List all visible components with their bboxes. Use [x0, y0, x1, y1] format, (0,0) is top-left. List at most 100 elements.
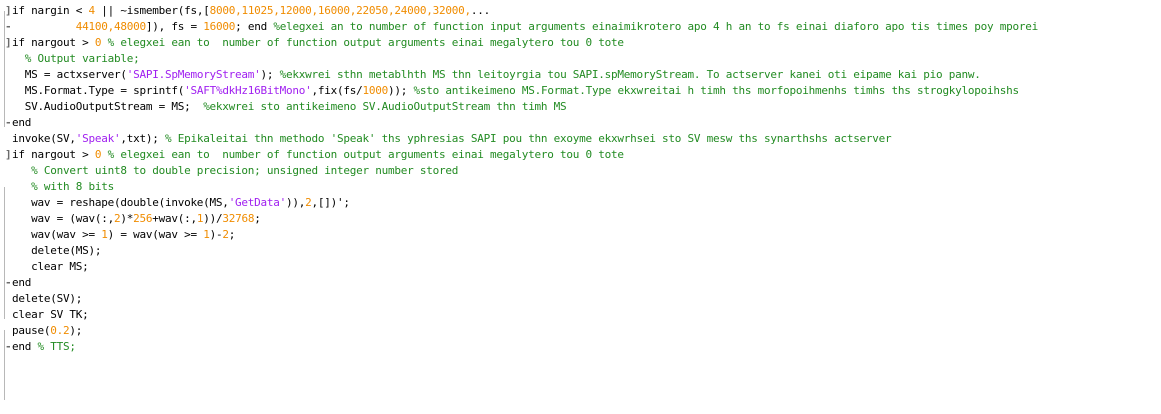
string-literal: 'Speak' — [75, 132, 121, 145]
code-token: ) = wav(wav >= — [107, 228, 204, 241]
code-token: +wav(:, — [152, 212, 197, 225]
code-token: ]), fs = — [145, 20, 204, 33]
code-token: end — [12, 340, 38, 353]
code-line[interactable]: MS = actxserver('SAPI.SpMemoryStream'); … — [5, 67, 1161, 83]
code-token: )- — [209, 228, 223, 241]
code-token: pause( — [12, 324, 51, 337]
code-line[interactable]: pause(0.2); — [5, 323, 1161, 339]
code-token: wav = reshape(double(invoke(MS, — [31, 196, 229, 209]
number-literal: 1000 — [362, 84, 389, 97]
fold-end-icon: - — [5, 116, 12, 129]
code-line[interactable]: clear MS; — [5, 259, 1161, 275]
code-line[interactable]: -end — [5, 275, 1161, 291]
string-literal: 'GetData' — [228, 196, 287, 209]
code-token: ; end — [235, 20, 274, 33]
code-line[interactable]: - 44100,48000]), fs = 16000; end %elegxe… — [5, 19, 1161, 35]
code-token: ); — [260, 68, 280, 81]
comment-text: % Output variable; — [24, 52, 140, 65]
number-literal: 8000,11025,12000,16000,22050,24000,32000… — [209, 4, 472, 17]
code-line[interactable]: % Convert uint8 to double precision; uns… — [5, 163, 1161, 179]
code-line[interactable]: -end — [5, 115, 1161, 131]
code-token: || ~ismember(fs,[ — [94, 4, 210, 17]
comment-text: % elegxei ean to number of function outp… — [107, 148, 624, 161]
number-literal: 32768 — [222, 212, 255, 225]
code-line[interactable]: delete(SV); — [5, 291, 1161, 307]
code-token: clear SV TK; — [12, 308, 89, 321]
code-token: if nargout > — [12, 36, 95, 49]
code-line[interactable]: delete(MS); — [5, 243, 1161, 259]
code-token: ... — [470, 4, 490, 17]
code-token: )), — [286, 196, 306, 209]
code-line[interactable]: % with 8 bits — [5, 179, 1161, 195]
code-token: ; — [228, 228, 236, 241]
code-token: MS.Format.Type = sprintf( — [24, 84, 185, 97]
number-literal: 16000 — [203, 20, 236, 33]
code-editor[interactable]: ]if nargin < 4 || ~ismember(fs,[8000,110… — [0, 0, 1161, 414]
code-token: )* — [120, 212, 134, 225]
code-line[interactable]: ]if nargout > 0 % elegxei ean to number … — [5, 147, 1161, 163]
fold-bracket-icon[interactable]: ] — [5, 35, 12, 51]
comment-text: % Epikaleitai thn methodo 'Speak' ths yp… — [164, 132, 892, 145]
code-line[interactable]: % Output variable; — [5, 51, 1161, 67]
code-token: ; — [254, 212, 261, 225]
code-line[interactable]: wav(wav >= 1) = wav(wav >= 1)-2; — [5, 227, 1161, 243]
code-token: end — [12, 116, 32, 129]
code-line[interactable]: wav = reshape(double(invoke(MS,'GetData'… — [5, 195, 1161, 211]
comment-text: % Convert uint8 to double precision; uns… — [31, 164, 459, 177]
comment-text: % with 8 bits — [31, 180, 114, 193]
code-line[interactable]: -end % TTS; — [5, 339, 1161, 355]
code-token: wav = (wav(:, — [31, 212, 114, 225]
number-literal: 0.2 — [50, 324, 70, 337]
fold-bracket-icon[interactable]: ] — [5, 147, 12, 163]
number-literal: 44100,48000 — [75, 20, 146, 33]
code-line[interactable]: ]if nargin < 4 || ~ismember(fs,[8000,110… — [5, 3, 1161, 19]
code-token: MS = actxserver( — [24, 68, 127, 81]
code-token: ,fix(fs/ — [311, 84, 363, 97]
comment-text: %elegxei an to number of function input … — [273, 20, 1039, 33]
string-literal: 'SAPI.SpMemoryStream' — [126, 68, 261, 81]
code-token: ); — [69, 324, 83, 337]
fold-bracket-icon[interactable]: ] — [5, 3, 12, 19]
comment-text: %sto antikeimeno MS.Format.Type ekxwreit… — [413, 84, 1020, 97]
code-line[interactable]: invoke(SV,'Speak',txt); % Epikaleitai th… — [5, 131, 1161, 147]
comment-text: %ekxwrei sto antikeimeno SV.AudioOutputS… — [203, 100, 567, 113]
code-area[interactable]: ]if nargin < 4 || ~ismember(fs,[8000,110… — [5, 3, 1161, 355]
code-token: if nargin < — [12, 4, 89, 17]
code-token: if nargout > — [12, 148, 95, 161]
comment-text: % TTS; — [37, 340, 77, 353]
code-token: delete(SV); — [12, 292, 83, 305]
comment-text: %ekxwrei sthn metablhth MS thn leitoyrgi… — [279, 68, 981, 81]
code-token: )); — [388, 84, 414, 97]
continuation-dash-icon: - — [5, 20, 12, 33]
code-token: wav(wav >= — [31, 228, 102, 241]
code-token: ))/ — [203, 212, 223, 225]
code-token: ,txt); — [120, 132, 165, 145]
code-line[interactable]: SV.AudioOutputStream = MS; %ekxwrei sto … — [5, 99, 1161, 115]
fold-end-icon: - — [5, 276, 12, 289]
code-token: SV.AudioOutputStream = MS; — [24, 100, 204, 113]
code-token: invoke(SV, — [12, 132, 76, 145]
fold-end-icon: - — [5, 340, 12, 353]
code-line[interactable]: wav = (wav(:,2)*256+wav(:,1))/32768; — [5, 211, 1161, 227]
code-token: ,[])'; — [311, 196, 351, 209]
code-token: clear MS; — [31, 260, 89, 273]
code-line[interactable]: clear SV TK; — [5, 307, 1161, 323]
string-literal: 'SAFT%dkHz16BitMono' — [184, 84, 312, 97]
code-token: delete(MS); — [31, 244, 102, 257]
number-literal: 256 — [133, 212, 153, 225]
comment-text: % elegxei ean to number of function outp… — [107, 36, 624, 49]
code-line[interactable]: ]if nargout > 0 % elegxei ean to number … — [5, 35, 1161, 51]
code-token: end — [12, 276, 32, 289]
code-line[interactable]: MS.Format.Type = sprintf('SAFT%dkHz16Bit… — [5, 83, 1161, 99]
